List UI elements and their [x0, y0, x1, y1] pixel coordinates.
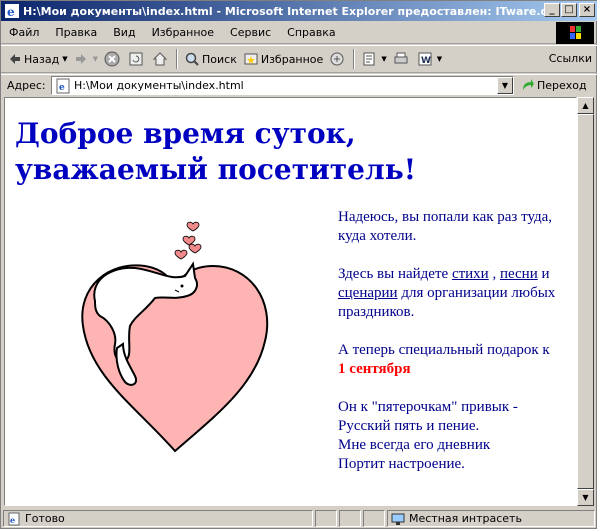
menu-bar: Файл Правка Вид Избранное Сервис Справка: [1, 22, 597, 44]
menu-view[interactable]: Вид: [105, 26, 143, 39]
cat-on-heart-illustration: [81, 221, 269, 453]
forward-button[interactable]: ▼: [71, 48, 101, 70]
page-viewport: Доброе время суток, уважаемый посетитель…: [4, 97, 577, 506]
title-bar: e H:\Мои документы\index.html - Microsof…: [1, 1, 597, 21]
comma-text: ,: [488, 266, 500, 282]
back-button[interactable]: Назад ▼: [5, 48, 71, 70]
links-label: Ссылки: [548, 52, 592, 65]
page-text: Надеюсь, вы попали как раз туда, куда хо…: [338, 208, 576, 493]
window-title: H:\Мои документы\index.html - Microsoft …: [23, 4, 553, 18]
intro-paragraph: Надеюсь, вы попали как раз туда, куда хо…: [338, 209, 553, 244]
chevron-down-icon[interactable]: ▼: [93, 55, 98, 63]
back-arrow-icon: [10, 54, 20, 64]
print-button[interactable]: [390, 48, 414, 70]
svg-text:e: e: [7, 5, 15, 19]
page-heading: Доброе время суток, уважаемый посетитель…: [15, 117, 417, 186]
edit-button[interactable]: W ▼: [414, 48, 445, 70]
status-pane: [363, 510, 385, 527]
address-value: H:\Мои документы\index.html: [74, 79, 244, 92]
history-icon: [363, 52, 375, 66]
search-label: Поиск: [202, 52, 237, 66]
word-icon: W: [418, 52, 432, 66]
search-icon: [185, 52, 199, 66]
poems-link[interactable]: стихи: [452, 266, 489, 282]
ie-icon: e: [5, 4, 19, 19]
search-button[interactable]: Поиск: [181, 48, 240, 70]
offer-paragraph: Здесь вы найдете стихи , песни и сценари…: [338, 265, 576, 322]
forward-arrow-icon: [75, 54, 86, 64]
scroll-thumb[interactable]: [577, 114, 594, 489]
media-button[interactable]: [326, 48, 350, 70]
favorites-icon: [244, 53, 258, 65]
stop-icon: [104, 51, 120, 67]
stop-button[interactable]: [101, 48, 125, 70]
status-pane: [339, 510, 361, 527]
chevron-down-icon[interactable]: ▼: [381, 55, 386, 63]
status-bar: e Готово Местная интрасеть: [1, 508, 597, 529]
home-button[interactable]: [149, 48, 173, 70]
and-text: и: [537, 266, 550, 282]
gift-paragraph: А теперь специальный подарок к 1 сентября: [338, 341, 576, 379]
menu-edit[interactable]: Правка: [47, 26, 105, 39]
favorites-label: Избранное: [260, 52, 324, 66]
gift-text: А теперь специальный подарок к: [338, 342, 550, 358]
vertical-scrollbar[interactable]: ▲ ▼: [577, 97, 594, 506]
intranet-icon: [391, 513, 405, 525]
favorites-button[interactable]: Избранное: [240, 48, 326, 70]
go-label: Переход: [537, 78, 587, 92]
windows-logo-icon: [556, 22, 594, 44]
svg-text:e: e: [59, 83, 65, 93]
songs-link[interactable]: песни: [500, 266, 538, 282]
close-button[interactable]: ×: [579, 3, 595, 17]
menu-tools[interactable]: Сервис: [222, 26, 279, 39]
address-label: Адрес:: [7, 79, 46, 92]
refresh-icon: [129, 52, 143, 66]
links-button[interactable]: Ссылки: [549, 52, 592, 65]
toolbar-separator: [353, 49, 356, 69]
menu-favorites[interactable]: Избранное: [144, 26, 222, 39]
page-icon: e: [8, 512, 20, 525]
poem-line: Он к "пятерочкам" привык -: [338, 399, 518, 415]
gift-date: 1 сентября: [338, 361, 411, 377]
maximize-button[interactable]: □: [561, 3, 577, 17]
status-pane: [315, 510, 337, 527]
menu-file[interactable]: Файл: [1, 26, 47, 39]
svg-text:e: e: [10, 515, 15, 525]
zone-pane: Местная интрасеть: [387, 510, 595, 527]
small-hearts: [174, 221, 202, 260]
poem-line: Русский пять и пение.: [338, 418, 480, 434]
page-icon: e: [56, 78, 70, 93]
poem-line: Портит настроение.: [338, 456, 465, 472]
minimize-button[interactable]: _: [544, 3, 560, 17]
history-button[interactable]: ▼: [358, 48, 389, 70]
menu-help[interactable]: Справка: [279, 26, 343, 39]
back-label: Назад: [24, 52, 60, 66]
scenarios-link[interactable]: сценарии: [338, 285, 398, 301]
media-icon: [330, 52, 344, 66]
chevron-down-icon[interactable]: ▼: [437, 55, 442, 63]
scroll-down-button[interactable]: ▼: [577, 489, 594, 506]
poem: Он к "пятерочкам" привык - Русский пять …: [338, 398, 576, 474]
svg-text:W: W: [421, 56, 431, 66]
home-icon: [152, 52, 168, 66]
standard-toolbar: Назад ▼ ▼ Поиск Избранное ▼ W ▼ Ссылки: [1, 45, 597, 73]
go-button[interactable]: Переход: [521, 78, 587, 92]
browser-window: e H:\Мои документы\index.html - Microsof…: [0, 0, 597, 529]
go-arrow-icon: [523, 79, 534, 90]
zone-text: Местная интрасеть: [409, 512, 522, 525]
status-text: Готово: [25, 512, 65, 525]
status-text-pane: e Готово: [3, 510, 313, 527]
poem-line: Мне всегда его дневник: [338, 437, 491, 453]
printer-icon: [394, 52, 408, 64]
chevron-down-icon[interactable]: ▼: [62, 55, 67, 63]
toolbar-separator: [176, 49, 178, 69]
address-input[interactable]: e H:\Мои документы\index.html ▼: [51, 76, 514, 95]
scroll-up-button[interactable]: ▲: [577, 97, 594, 114]
offer-text: Здесь вы найдете: [338, 266, 452, 282]
refresh-button[interactable]: [125, 48, 149, 70]
address-bar: Адрес: e H:\Мои документы\index.html ▼ П…: [1, 74, 597, 96]
chevron-down-icon[interactable]: ▼: [497, 77, 513, 94]
